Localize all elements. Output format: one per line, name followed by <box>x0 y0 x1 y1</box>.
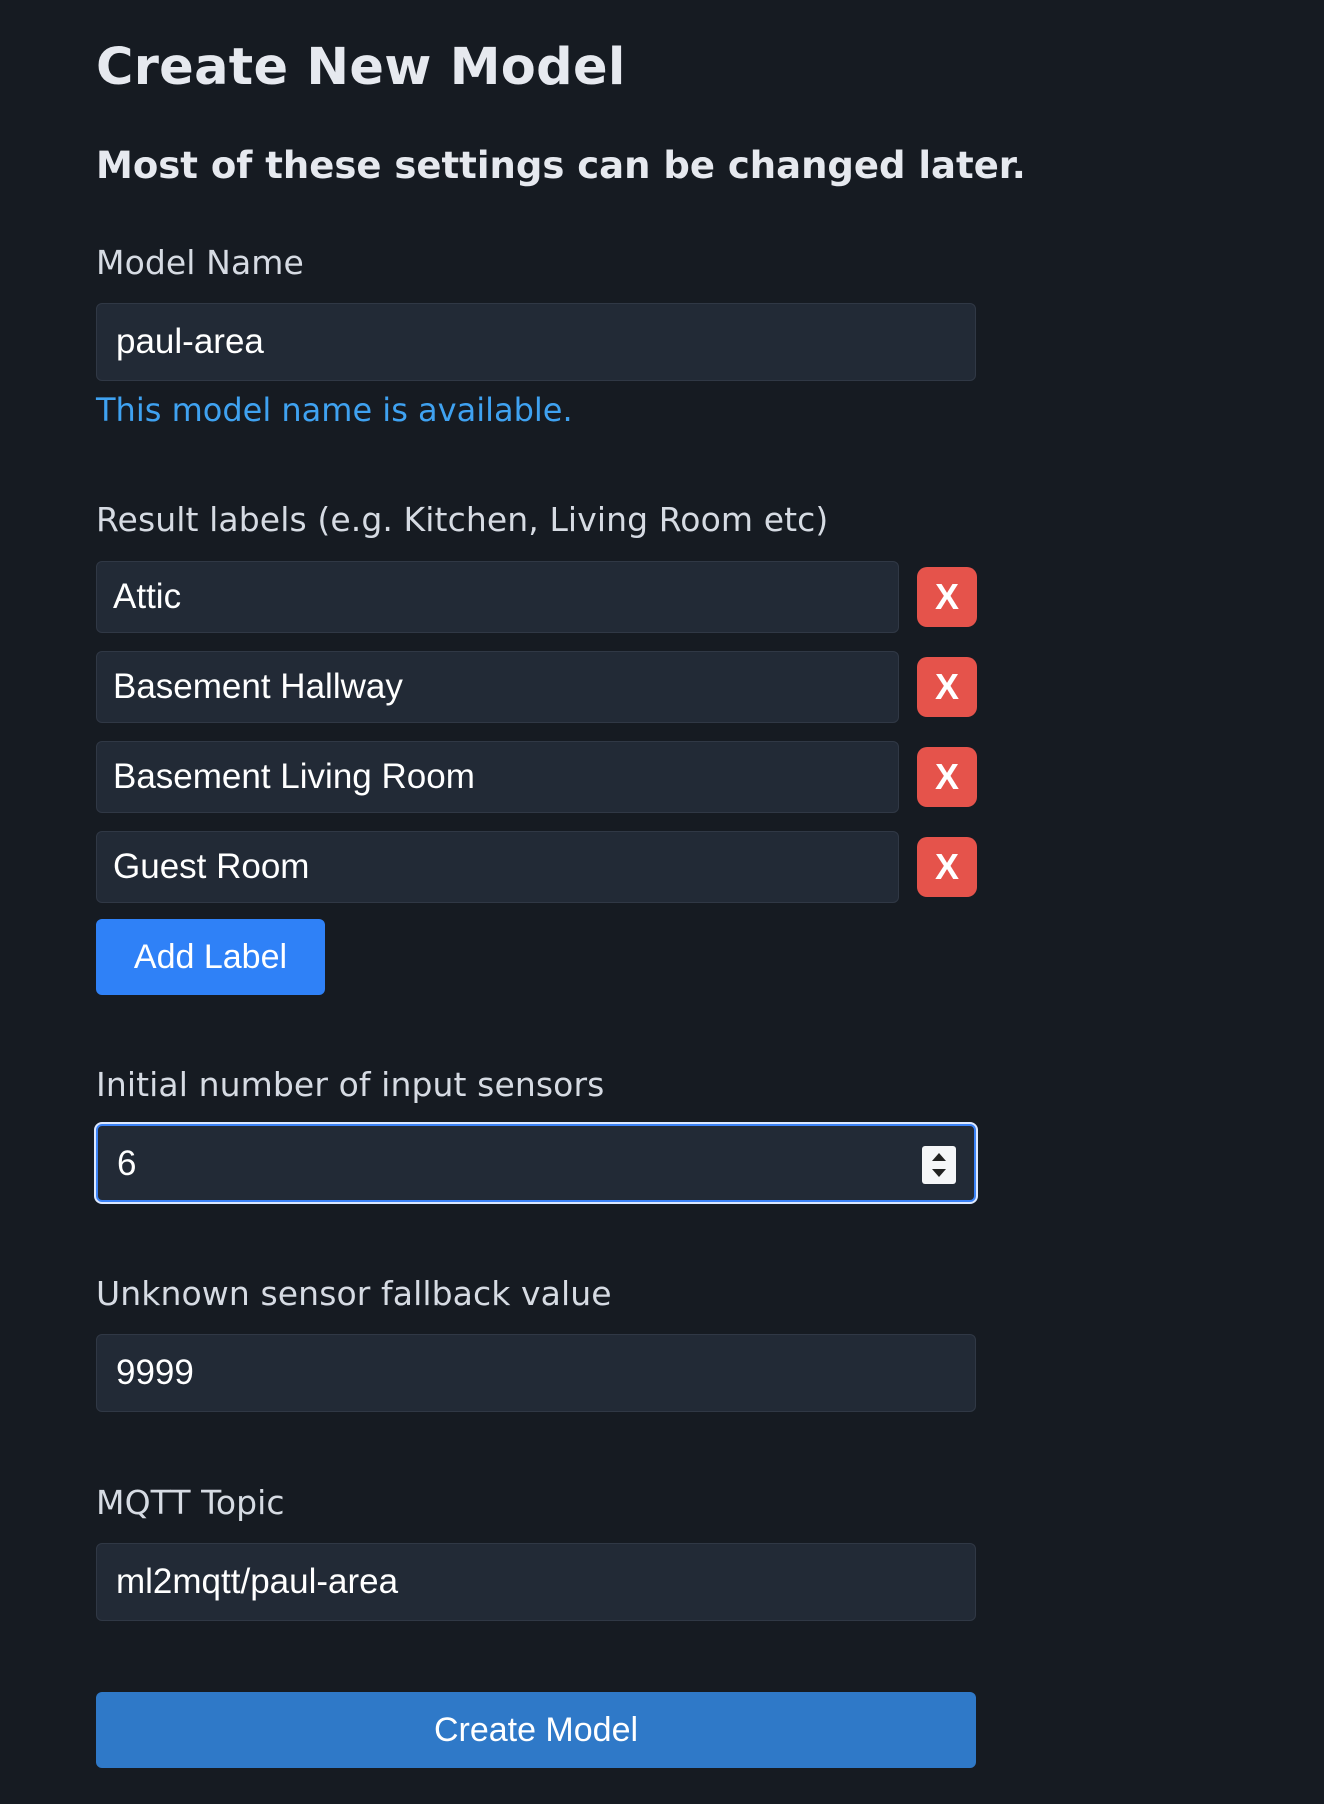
number-stepper[interactable] <box>922 1146 956 1184</box>
model-name-input[interactable]: paul-area <box>96 303 976 381</box>
fallback-value-input[interactable]: 9999 <box>96 1334 976 1412</box>
remove-label-button[interactable]: X <box>917 567 977 627</box>
mqtt-topic-input[interactable]: ml2mqtt/paul-area <box>96 1543 976 1621</box>
page-title: Create New Model <box>96 38 626 97</box>
result-label-row: Basement Living Room X <box>96 741 977 813</box>
remove-label-button[interactable]: X <box>917 747 977 807</box>
result-label-row: Guest Room X <box>96 831 977 903</box>
result-labels-label: Result labels (e.g. Kitchen, Living Room… <box>96 500 829 539</box>
create-model-button[interactable]: Create Model <box>96 1692 976 1768</box>
stepper-up-icon[interactable] <box>932 1153 946 1162</box>
result-label-row: Basement Hallway X <box>96 651 977 723</box>
result-label-input[interactable]: Basement Hallway <box>96 651 899 723</box>
model-name-label: Model Name <box>96 243 304 282</box>
fallback-value-label: Unknown sensor fallback value <box>96 1274 612 1313</box>
stepper-down-icon[interactable] <box>932 1168 946 1177</box>
input-sensors-label: Initial number of input sensors <box>96 1065 605 1104</box>
result-label-input[interactable]: Basement Living Room <box>96 741 899 813</box>
remove-label-button[interactable]: X <box>917 657 977 717</box>
result-label-input[interactable]: Attic <box>96 561 899 633</box>
input-sensors-value: 6 <box>117 1144 137 1183</box>
mqtt-topic-label: MQTT Topic <box>96 1483 285 1522</box>
input-sensors-number-field[interactable]: 6 <box>96 1124 976 1202</box>
model-name-availability-hint: This model name is available. <box>96 391 573 429</box>
page-subtitle: Most of these settings can be changed la… <box>96 144 1026 187</box>
result-label-input[interactable]: Guest Room <box>96 831 899 903</box>
remove-label-button[interactable]: X <box>917 837 977 897</box>
result-label-row: Attic X <box>96 561 977 633</box>
add-label-button[interactable]: Add Label <box>96 919 325 995</box>
